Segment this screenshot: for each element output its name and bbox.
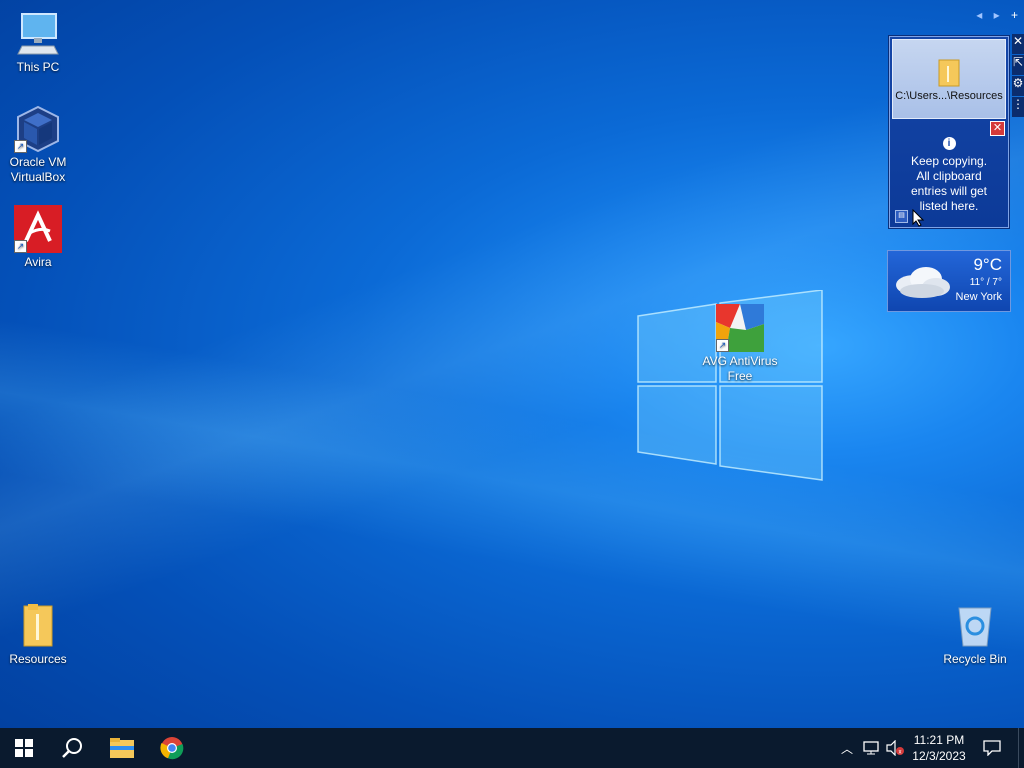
weather-range: 11° / 7° <box>969 277 1002 288</box>
volume-muted-icon: x <box>886 740 904 756</box>
network-icon <box>863 741 879 755</box>
weather-city: New York <box>955 291 1002 303</box>
clock-date: 12/3/2023 <box>912 749 966 763</box>
taskbar: ︿ x 11:21 PM 12/3/2023 <box>0 728 1024 768</box>
desktop-icon-recycle-bin[interactable]: Recycle Bin <box>937 602 1013 667</box>
clipboard-entry[interactable]: C:\Users...\Resources <box>892 39 1006 119</box>
notification-icon <box>983 740 1001 756</box>
virtualbox-icon: ↗ <box>14 105 62 153</box>
close-icon[interactable]: ✕ <box>990 121 1005 136</box>
start-button[interactable] <box>0 728 48 768</box>
clipboard-info: i Keep copying. All clipboard entries wi… <box>890 135 1008 214</box>
desktop-icon-resources[interactable]: Resources <box>0 602 76 667</box>
gadget-prev-button[interactable]: ◂ <box>976 8 982 22</box>
desktop-icon-label: AVG AntiVirus Free <box>702 354 778 383</box>
search-button[interactable] <box>48 728 96 768</box>
info-line: listed here. <box>919 199 979 213</box>
wrench-icon[interactable]: ⚙ <box>1012 76 1024 96</box>
clipboard-options-icon[interactable]: ▤ <box>895 210 908 223</box>
close-icon[interactable]: ✕ <box>1012 34 1024 54</box>
clock-time: 11:21 PM <box>913 733 965 747</box>
show-desktop-button[interactable] <box>1018 728 1024 768</box>
chevron-up-icon: ︿ <box>840 741 853 756</box>
info-icon: i <box>942 137 956 150</box>
gadget-nav: ◂ ▸ + <box>968 8 1018 22</box>
chrome-button[interactable] <box>148 728 196 768</box>
cloud-icon <box>896 267 950 298</box>
show-hidden-icons-button[interactable]: ︿ <box>838 728 856 768</box>
gadget-add-button[interactable]: + <box>1011 8 1018 22</box>
info-line: entries will get <box>910 184 988 198</box>
wallpaper-beam <box>0 0 1024 728</box>
network-button[interactable] <box>860 728 882 768</box>
desktop-icon-avira[interactable]: ↗ Avira <box>0 205 76 270</box>
folder-icon <box>938 59 960 87</box>
file-explorer-button[interactable] <box>98 728 146 768</box>
volume-button[interactable]: x <box>884 728 906 768</box>
shortcut-arrow-icon: ↗ <box>14 140 27 153</box>
mouse-cursor-icon <box>912 209 924 227</box>
wallpaper-beam <box>0 0 1024 728</box>
clipboard-entry-path: C:\Users...\Resources <box>895 90 1003 102</box>
folder-icon <box>14 602 62 650</box>
desktop-icon-this-pc[interactable]: This PC <box>0 10 76 75</box>
drag-handle-icon[interactable]: ⋮ <box>1012 97 1024 117</box>
desktop-icon-label: Avira <box>24 255 52 269</box>
gadget-next-button[interactable]: ▸ <box>994 8 1000 22</box>
weather-gadget[interactable]: 9°C 11° / 7° New York <box>887 250 1011 312</box>
shortcut-arrow-icon: ↗ <box>14 240 27 253</box>
desktop-icon-label: Resources <box>9 652 67 666</box>
avira-icon: ↗ <box>14 205 62 253</box>
shortcut-arrow-icon: ↗ <box>716 339 729 352</box>
weather-temperature: 9°C <box>973 255 1002 274</box>
computer-icon <box>14 10 62 58</box>
desktop-icon-label: Recycle Bin <box>943 652 1007 666</box>
desktop-icon-label: Oracle VM VirtualBox <box>9 155 67 184</box>
info-line: Keep copying. <box>910 154 988 168</box>
start-icon <box>15 739 33 757</box>
gadget-side-tools: ✕ ⇱ ⚙ ⋮ <box>1012 34 1024 118</box>
taskbar-clock[interactable]: 11:21 PM 12/3/2023 <box>906 732 972 764</box>
svg-text:x: x <box>899 750 902 756</box>
desktop-icon-label: This PC <box>16 60 60 74</box>
resize-icon[interactable]: ⇱ <box>1012 55 1024 75</box>
chrome-icon <box>160 737 184 760</box>
recycle-bin-icon <box>951 602 999 650</box>
desktop-icon-avg[interactable]: ↗ AVG AntiVirus Free <box>702 304 778 384</box>
search-icon <box>62 738 82 758</box>
info-line: All clipboard <box>916 169 982 183</box>
clipboard-gadget: C:\Users...\Resources ✕ i Keep copying. … <box>889 36 1009 228</box>
action-center-button[interactable] <box>976 728 1008 768</box>
desktop-icon-virtualbox[interactable]: ↗ Oracle VM VirtualBox <box>0 105 76 185</box>
file-explorer-icon <box>110 738 134 758</box>
avg-icon: ↗ <box>716 304 764 352</box>
